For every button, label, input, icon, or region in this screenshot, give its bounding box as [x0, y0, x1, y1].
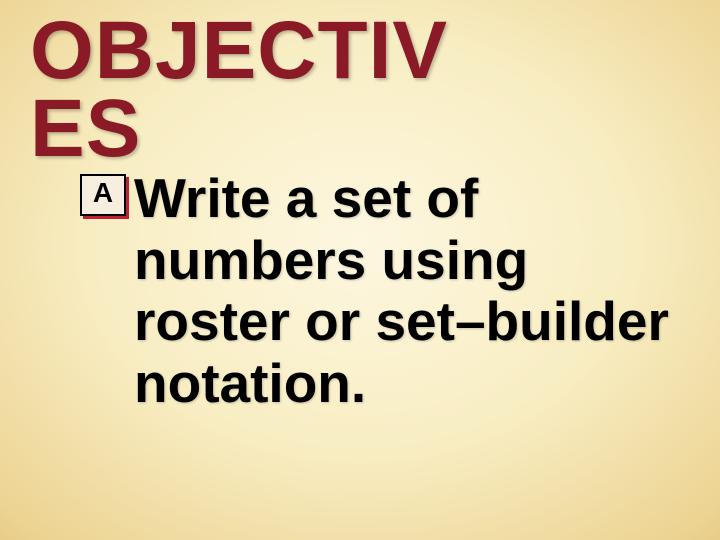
objective-label-box: A — [80, 174, 126, 216]
objectives-heading: OBJECTIV ES — [30, 12, 448, 168]
heading-line2: ES — [30, 83, 141, 174]
objective-text: Write a set of numbers using roster or s… — [134, 168, 694, 414]
slide: OBJECTIV ES A Write a set of numbers usi… — [0, 0, 720, 540]
